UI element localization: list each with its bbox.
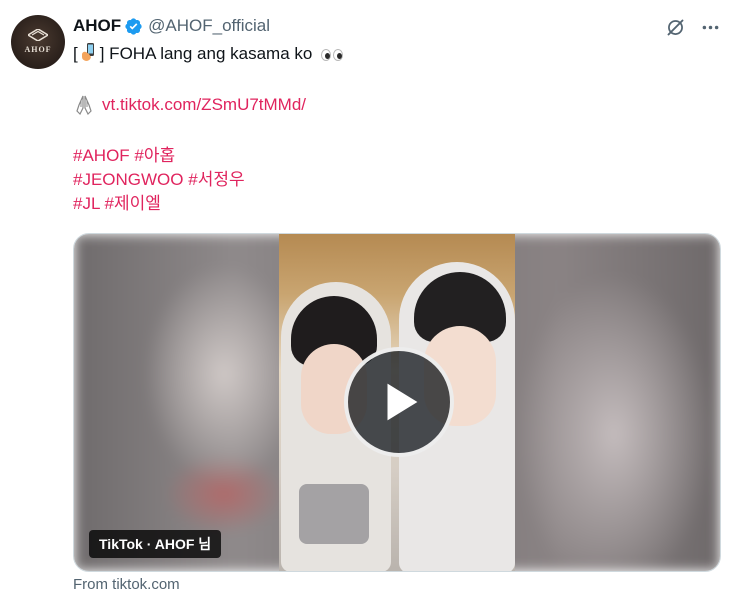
verified-badge-icon[interactable]	[124, 17, 143, 36]
hashtag[interactable]: #제이엘	[105, 194, 161, 213]
play-icon	[387, 383, 418, 421]
hashtag[interactable]: #JEONGWOO	[73, 170, 184, 189]
text-bracket-open: [	[73, 44, 78, 63]
tweet-text: ] FOHA lang ang kasama ko	[99, 44, 313, 63]
tiktok-source-badge: TikTok · AHOF 님	[89, 530, 222, 558]
hashtag[interactable]: #서정우	[188, 170, 244, 189]
hashtag[interactable]: #AHOF	[73, 146, 130, 165]
hashtags-block: #AHOF #아홉 #JEONGWOO #서정우 #JL #제이엘	[73, 144, 245, 216]
card-source[interactable]: From tiktok.com	[73, 576, 180, 593]
display-name[interactable]: AHOF	[73, 16, 121, 36]
hashtag-row: #AHOF #아홉	[73, 144, 245, 168]
grok-icon	[667, 19, 683, 35]
hashtag[interactable]: #JL	[73, 194, 100, 213]
tweet: AHOF AHOF @AHOF_official [ ] FOHA lang a…	[0, 0, 746, 596]
phone-hand-emoji-icon	[81, 43, 94, 61]
ahof-logo-icon	[28, 29, 48, 41]
more-dots-icon	[702, 25, 718, 29]
play-button[interactable]	[344, 347, 454, 457]
tweet-header: AHOF @AHOF_official	[73, 14, 270, 38]
handle[interactable]: @AHOF_official	[148, 16, 270, 36]
hashtag-row: #JL #제이엘	[73, 192, 245, 216]
hashtag[interactable]: #아홉	[134, 146, 175, 165]
link-line: vt.tiktok.com/ZSmU7tMMd/	[73, 93, 306, 117]
video-card[interactable]: TikTok · AHOF 님	[73, 233, 721, 572]
eyes-emoji-icon	[321, 49, 344, 61]
tweet-text-line1: [ ] FOHA lang ang kasama ko	[73, 42, 344, 66]
folded-hands-icon	[76, 95, 92, 116]
avatar[interactable]: AHOF	[11, 15, 65, 69]
grok-button[interactable]	[662, 14, 688, 40]
avatar-logo-text: AHOF	[24, 45, 52, 54]
tiktok-link[interactable]: vt.tiktok.com/ZSmU7tMMd/	[102, 93, 306, 117]
hashtag-row: #JEONGWOO #서정우	[73, 168, 245, 192]
more-button[interactable]	[697, 14, 723, 40]
